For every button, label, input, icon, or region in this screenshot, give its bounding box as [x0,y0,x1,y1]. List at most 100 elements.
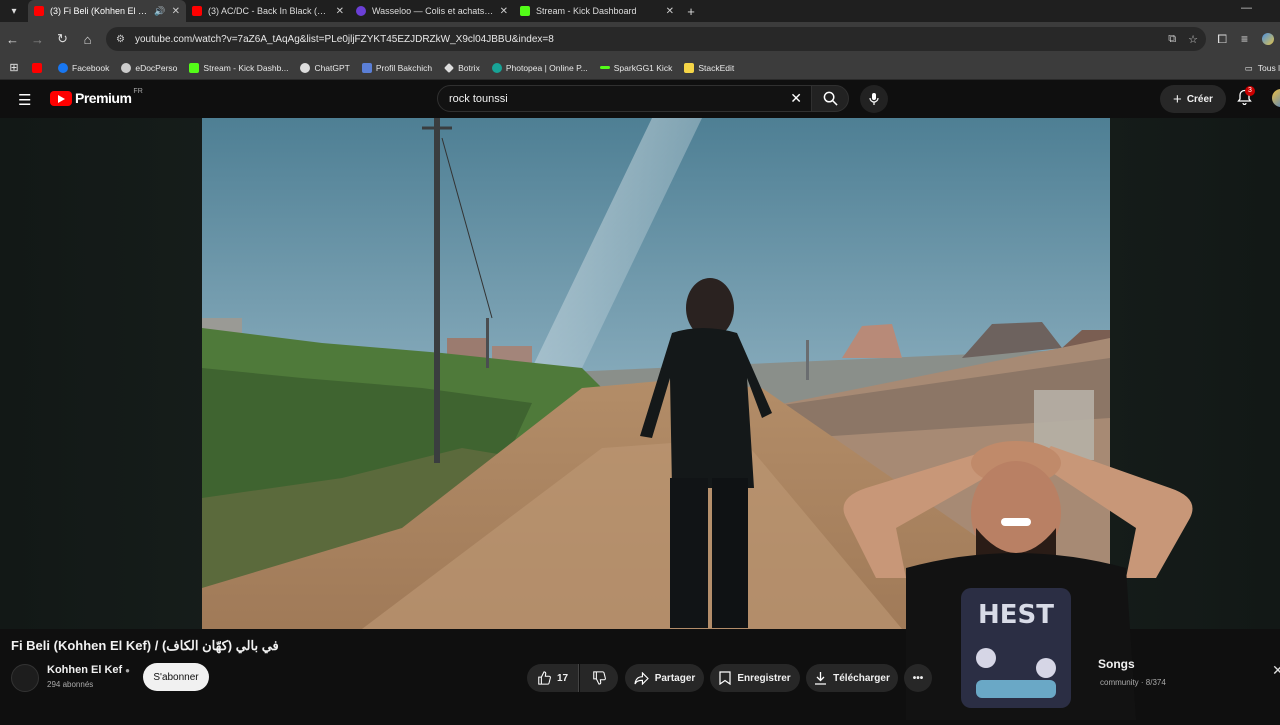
tab-fi-beli[interactable]: (3) Fi Beli (Kohhen El Kef) / 🔊 ✕ [28,0,186,22]
wasseloo-icon [356,6,366,16]
subscriber-count: 294 abonnés [47,680,94,689]
extensions-icon[interactable]: ⧠ [1217,32,1227,47]
close-tab-icon[interactable]: ✕ [500,6,508,17]
search-icon [823,91,838,106]
tab-acdc[interactable]: (3) AC/DC - Back In Black (Offic ✕ [186,0,350,22]
botrix-icon [444,62,455,73]
youtube-icon [34,6,44,16]
youtube-logo-icon [50,90,72,106]
like-button[interactable]: 17 [527,664,579,692]
reload-button[interactable]: ↻ [50,31,75,47]
channel-avatar[interactable] [11,664,39,692]
download-button[interactable]: Télécharger [806,664,898,692]
verified-icon: ● [125,666,131,675]
more-icon: ••• [912,672,924,684]
plus-icon: + [1173,90,1182,108]
close-tab-icon[interactable]: ✕ [172,6,180,17]
edocperso-icon [121,62,132,73]
create-button[interactable]: + Créer [1160,85,1226,113]
share-button[interactable]: Partager [625,664,704,692]
subscribe-button[interactable]: S'abonner [143,663,209,691]
clear-search-icon[interactable]: ✕ [790,90,802,107]
svg-text:HEST: HEST [978,600,1054,630]
search-button[interactable] [811,85,849,112]
browser-tab-strip: ▾ (3) Fi Beli (Kohhen El Kef) / 🔊 ✕ (3) … [0,0,1280,22]
bakchich-icon [361,62,372,73]
playlist-title[interactable]: Songs [1098,657,1135,671]
bookmark-label: Facebook [72,62,110,73]
channel-name: Kohhen El Kef [47,664,123,676]
close-playlist-icon[interactable]: ✕ [1272,662,1280,679]
more-actions-button[interactable]: ••• [904,664,932,692]
like-count: 17 [556,672,569,684]
search-query: rock tounssi [449,92,508,105]
search-input[interactable]: rock tounssi ✕ [437,85,813,112]
bookmark-label: Profil Bakchich [375,62,433,73]
bookmarks-bar: ⊞ Facebook eDocPerso Stream - Kick Dashb… [0,56,1280,80]
bookmark-label: eDocPerso [135,62,178,73]
youtube-icon [32,62,42,73]
bookmark-star-icon[interactable]: ☆ [1188,33,1198,46]
address-bar[interactable]: ⚙ youtube.com/watch?v=7aZ6A_tAqAg&list=P… [106,27,1206,51]
tab-kick-dashboard[interactable]: Stream - Kick Dashboard ✕ [514,0,680,22]
playlist-progress: community · 8/374 [1100,678,1166,687]
tab-wasseloo[interactable]: Wasseloo — Colis et achats Fra ✕ [350,0,514,22]
bookmark-bakchich[interactable]: Profil Bakchich [361,62,433,73]
folder-icon: ▭ [1244,62,1253,73]
bookmark-botrix[interactable]: Botrix [444,63,480,73]
close-tab-icon[interactable]: ✕ [336,6,344,17]
share-label: Partager [654,672,696,684]
menu-icon[interactable]: ☰ [18,91,31,109]
bookmark-photopea[interactable]: Photopea | Online P... [491,62,588,73]
site-info-icon[interactable]: ⚙ [116,34,125,45]
bookmark-label: SparkGG1 Kick [613,62,673,73]
thumbs-down-icon [593,671,606,685]
kick-icon [189,62,200,73]
kick-icon [520,6,530,16]
bookmark-label: StackEdit [698,62,735,73]
tab-search-icon[interactable]: ▾ [0,0,28,22]
voice-search-button[interactable] [860,85,888,113]
chatgpt-icon [300,62,311,73]
bookmark-chatgpt[interactable]: ChatGPT [300,62,350,73]
install-app-icon[interactable]: ⧉ [1168,33,1176,46]
channel-name-link[interactable]: Kohhen El Kef ● [47,664,130,676]
folder-label: Tous l [1257,63,1280,73]
video-title: Fi Beli (Kohhen El Kef) / في بالي (كهّان… [11,638,279,653]
forward-button[interactable]: → [25,32,50,47]
kick-icon [599,66,610,69]
microphone-icon [869,93,879,105]
bookmark-icon [719,671,731,685]
bookmark-edocperso[interactable]: eDocPerso [121,62,178,73]
bookmark-youtube[interactable] [32,62,46,73]
speaker-icon[interactable]: 🔊 [154,6,165,17]
close-tab-icon[interactable]: ✕ [666,6,674,17]
bookmark-label: Photopea | Online P... [505,62,588,73]
save-button[interactable]: Enregistrer [710,664,800,692]
facebook-icon [58,62,68,73]
youtube-premium-logo[interactable]: Premium FR [50,88,143,106]
logo-text: Premium [75,90,132,106]
back-button[interactable]: ← [0,32,25,47]
tab-title: Stream - Kick Dashboard [536,6,637,16]
media-controls-icon[interactable]: ≡ [1241,32,1248,46]
bookmark-facebook[interactable]: Facebook [58,62,110,73]
bookmark-stackedit[interactable]: StackEdit [684,62,735,73]
bookmark-kick-dashboard[interactable]: Stream - Kick Dashb... [189,62,289,73]
profile-icon[interactable] [1262,33,1274,45]
url-text: youtube.com/watch?v=7aZ6A_tAqAg&list=PLe… [134,33,554,45]
new-tab-button[interactable]: + [680,4,702,19]
bookmark-label: Stream - Kick Dashb... [203,62,289,73]
create-label: Créer [1186,93,1213,105]
photopea-icon [491,62,502,73]
minimize-icon[interactable]: — [1241,2,1252,14]
dislike-button[interactable] [580,664,618,692]
account-avatar[interactable] [1272,89,1280,107]
bookmark-label: Botrix [458,62,480,73]
all-bookmarks-folder[interactable]: ▭ Tous l [1245,56,1280,80]
notifications-button[interactable]: 3 [1237,86,1255,108]
apps-grid-icon[interactable]: ⊞ [0,61,28,74]
download-label: Télécharger [833,672,890,684]
home-button[interactable]: ⌂ [75,32,100,47]
bookmark-sparkgg1[interactable]: SparkGG1 Kick [599,62,673,73]
